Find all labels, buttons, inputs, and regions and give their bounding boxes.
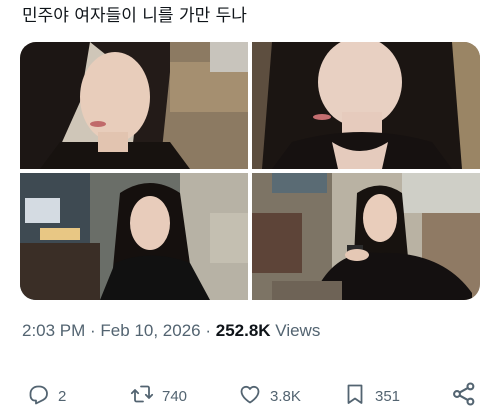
photo-4[interactable]: [252, 173, 480, 300]
repost-icon: [130, 382, 154, 411]
share-button[interactable]: [450, 380, 478, 412]
repost-button[interactable]: 740: [130, 380, 187, 412]
reply-count: 2: [58, 387, 67, 405]
tweet-meta: 2:03 PM · Feb 10, 2026 · 252.8K Views: [22, 321, 320, 341]
views-count: 252.8K: [215, 321, 271, 340]
action-bar: 2 740 3.8K 351: [0, 380, 480, 412]
media-grid: [20, 42, 480, 300]
photo-3[interactable]: [20, 173, 248, 300]
views-label: Views: [275, 321, 321, 340]
like-count: 3.8K: [270, 387, 301, 405]
tweet-time[interactable]: 2:03 PM: [22, 321, 85, 340]
tweet-date[interactable]: Feb 10, 2026: [100, 321, 200, 340]
meta-separator-2: ·: [200, 321, 216, 340]
share-icon: [450, 380, 478, 413]
like-button[interactable]: 3.8K: [238, 380, 301, 412]
bookmark-count: 351: [375, 387, 401, 405]
bookmark-button[interactable]: 351: [343, 380, 400, 412]
tweet-text: 민주야 여자들이 니를 가만 두나: [22, 6, 247, 26]
repost-count: 740: [162, 387, 188, 405]
photo-2[interactable]: [252, 42, 480, 169]
reply-icon: [26, 382, 50, 411]
heart-icon: [238, 382, 262, 411]
bookmark-icon: [343, 382, 367, 411]
photo-1[interactable]: [20, 42, 248, 169]
meta-separator: ·: [85, 321, 101, 340]
reply-button[interactable]: 2: [26, 380, 66, 412]
